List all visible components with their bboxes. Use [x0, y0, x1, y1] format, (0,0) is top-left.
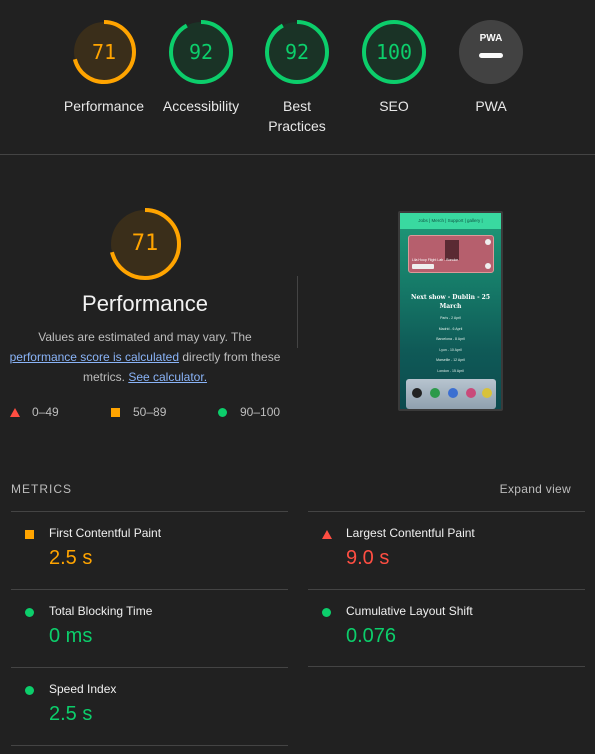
metric-divider — [308, 666, 585, 667]
thumb-card: Lila Hoop Flight Lab - Bonoke — [408, 235, 494, 273]
thumb-icon — [430, 388, 440, 398]
metric-value: 0 ms — [49, 625, 93, 647]
score-value: 92 — [188, 40, 214, 64]
thumb-icon — [448, 388, 458, 398]
thumb-nav: Jobs | Merch | Support | gallery | — [400, 213, 501, 229]
orange-square-icon — [25, 530, 34, 539]
metric-value: 0.076 — [346, 625, 397, 647]
score-seo[interactable]: 100 SEO — [339, 18, 449, 116]
performance-score-gauge: 71 — [108, 207, 182, 281]
score-label: Accessibility — [162, 98, 240, 114]
performance-description: Values are estimated and may vary. The p… — [6, 327, 284, 387]
green-circle-icon — [25, 686, 34, 695]
orange-square-icon — [111, 408, 120, 417]
score-label: SEO — [379, 98, 409, 114]
metric-largest-contentful-paint: Largest Contentful Paint 9.0 s — [308, 511, 585, 589]
metric-name: Total Blocking Time — [49, 604, 153, 618]
vertical-divider — [297, 276, 298, 348]
metric-divider — [11, 745, 288, 746]
metric-name: Speed Index — [49, 682, 117, 696]
thumb-icon — [466, 388, 476, 398]
metric-name: First Contentful Paint — [49, 526, 162, 540]
performance-score-value: 71 — [131, 231, 159, 256]
green-circle-icon — [322, 608, 331, 617]
metric-value: 2.5 s — [49, 703, 93, 725]
score-label: Performance — [63, 98, 145, 114]
metric-speed-index: Speed Index 2.5 s — [11, 667, 288, 745]
metric-value: 9.0 s — [346, 547, 390, 569]
score-label: Best Practices — [268, 98, 326, 134]
card-dot — [485, 239, 491, 245]
thumb-card-image — [445, 240, 459, 260]
expand-view-toggle[interactable]: Expand view — [500, 482, 571, 496]
score-calculated-link[interactable]: performance score is calculated — [10, 350, 179, 364]
green-circle-icon — [25, 608, 34, 617]
see-calculator-link[interactable]: See calculator. — [128, 370, 207, 384]
metric-total-blocking-time: Total Blocking Time 0 ms — [11, 589, 288, 667]
thumb-card-caption: Lila Hoop Flight Lab - Bonoke — [412, 258, 459, 262]
score-value: 71 — [91, 40, 117, 64]
metric-value: 2.5 s — [49, 547, 93, 569]
metrics-heading: METRICS — [11, 482, 72, 496]
green-circle-icon — [218, 408, 227, 417]
metric-first-contentful-paint: First Contentful Paint 2.5 s — [11, 511, 288, 589]
score-label: PWA — [475, 98, 507, 114]
thumb-card-button — [412, 264, 434, 269]
score-performance[interactable]: 71 Performance — [49, 18, 159, 116]
score-value: 100 — [375, 40, 413, 64]
red-triangle-icon — [322, 530, 332, 539]
card-dot — [485, 263, 491, 269]
thumb-icon — [412, 388, 422, 398]
red-triangle-icon — [10, 408, 20, 417]
thumb-icon — [482, 388, 492, 398]
final-screenshot[interactable]: Jobs | Merch | Support | gallery | Lila … — [398, 211, 503, 411]
performance-title: Performance — [82, 291, 208, 316]
description-text: Values are estimated and may vary. The — [38, 330, 252, 344]
category-scores: 71 Performance 92 Accessibility 92 Best … — [0, 0, 595, 155]
section-divider — [0, 154, 595, 155]
metric-name: Cumulative Layout Shift — [346, 604, 473, 618]
metric-name: Largest Contentful Paint — [346, 526, 475, 540]
score-best-practices[interactable]: 92 Best Practices — [242, 18, 352, 136]
thumb-footer — [406, 379, 496, 409]
score-value: 92 — [284, 40, 310, 64]
score-pwa[interactable]: PWA PWA — [436, 18, 546, 116]
thumb-headline: Next show - Dublin - 25 March — [410, 294, 490, 310]
metric-cumulative-layout-shift: Cumulative Layout Shift 0.076 — [308, 589, 585, 667]
score-accessibility[interactable]: 92 Accessibility — [146, 18, 256, 116]
thumb-city-list: Paris - 2 April Madrid - 6 April Barcelo… — [434, 316, 467, 383]
pwa-badge-text: PWA — [479, 33, 503, 44]
